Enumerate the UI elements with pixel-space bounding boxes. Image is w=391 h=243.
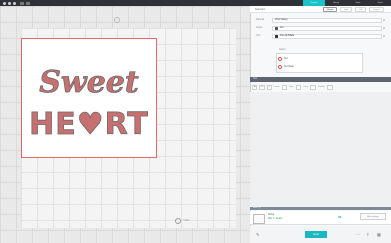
design-text-sweet: Sweet: [39, 65, 139, 100]
send-button[interactable]: Send: [305, 231, 327, 238]
action-select[interactable]: Cut: [272, 25, 382, 31]
bold-button[interactable]: B: [259, 84, 265, 90]
action-value: Cut: [280, 27, 284, 29]
sidebar-toggle-icon[interactable]: [20, 1, 24, 5]
mat-settings-button[interactable]: Mat settings: [360, 213, 386, 220]
tool-row[interactable]: Tool Fine-tip Blade ▾: [256, 33, 386, 39]
kern-label: Kern: [303, 86, 309, 88]
text-toolbar-label: Text: [253, 78, 258, 80]
dots-icon[interactable]: ⋯: [356, 232, 360, 237]
grid-icon[interactable]: ▦: [377, 232, 381, 237]
layer-label: Cut: [284, 58, 288, 60]
window-minimize-icon[interactable]: [8, 1, 11, 5]
mat-status: Mat 1 • Ready: [268, 218, 283, 220]
sweet-heart-design[interactable]: Sweet HE♥RT: [30, 58, 148, 148]
tool-value: Fine-tip Blade: [280, 35, 295, 37]
tab-shape[interactable]: Shape: [323, 7, 338, 12]
material-label: Material: [256, 19, 265, 21]
swap-arrows-icon[interactable]: ⇆: [338, 214, 341, 219]
chevron-down-icon[interactable]: ▾: [382, 19, 386, 22]
share-icon[interactable]: ⇪: [366, 232, 369, 237]
zoom-level: 100%: [183, 219, 190, 222]
tab-line[interactable]: Line: [340, 7, 353, 12]
text-toolbar-header: [250, 77, 391, 82]
mat-thumbnail[interactable]: [253, 214, 265, 224]
mats-header: [250, 207, 391, 210]
rotate-handle-icon[interactable]: [114, 17, 120, 23]
tool-swatch: [275, 34, 278, 38]
pencil-icon[interactable]: ✎: [256, 232, 259, 237]
text-toolbar: A B I Leave Size Kern Thrash: [252, 83, 389, 91]
thrash-label: Thrash: [317, 86, 325, 88]
font-icon[interactable]: A: [252, 84, 258, 90]
material-select[interactable]: Vinyl Glossy: [272, 17, 382, 23]
leave-label: Leave: [273, 86, 280, 88]
zoom-icon[interactable]: [175, 218, 181, 224]
layer-label: Cut Outer: [284, 66, 294, 68]
leave-input[interactable]: [281, 84, 288, 90]
cut-layer-icon: [278, 57, 282, 61]
chevron-down-icon[interactable]: ▾: [382, 35, 386, 38]
panel-tabs: Shape Line Fill Layers: [323, 7, 384, 12]
tool-label: Tool: [256, 35, 261, 37]
layer-item-cut-outer[interactable]: Cut Outer: [278, 64, 294, 70]
action-swatch: [275, 26, 278, 30]
size-input[interactable]: [295, 84, 302, 90]
layer-list: [276, 53, 363, 73]
empty-panel-area: [250, 92, 391, 207]
size-label: Size: [289, 86, 294, 88]
action-row[interactable]: Action Cut ▾: [256, 25, 386, 31]
attach-header[interactable]: Attach: [276, 47, 356, 52]
cut-layer-icon: [278, 65, 282, 69]
back-icon[interactable]: [26, 1, 30, 5]
tool-select[interactable]: Fine-tip Blade: [272, 33, 382, 39]
tab-layers[interactable]: Layers: [369, 7, 384, 12]
panel-title: Selection: [255, 8, 266, 11]
mats-header-label: Mats (1): [253, 207, 261, 209]
window-close-icon[interactable]: [3, 1, 6, 5]
thrash-input[interactable]: [326, 84, 333, 90]
window-maximize-icon[interactable]: [13, 1, 16, 5]
design-text-heart: HE♥RT: [30, 107, 148, 142]
action-label: Action: [256, 27, 263, 29]
chevron-down-icon[interactable]: ▾: [382, 27, 386, 30]
tab-fill[interactable]: Fill: [355, 7, 367, 12]
kern-input[interactable]: [310, 84, 316, 90]
mat-name: Cricut: [268, 214, 274, 216]
layer-item-cut[interactable]: Cut: [278, 56, 288, 62]
material-value: Vinyl Glossy: [275, 19, 288, 21]
material-row[interactable]: Material Vinyl Glossy ▾: [256, 17, 386, 23]
italic-button[interactable]: I: [266, 84, 272, 90]
